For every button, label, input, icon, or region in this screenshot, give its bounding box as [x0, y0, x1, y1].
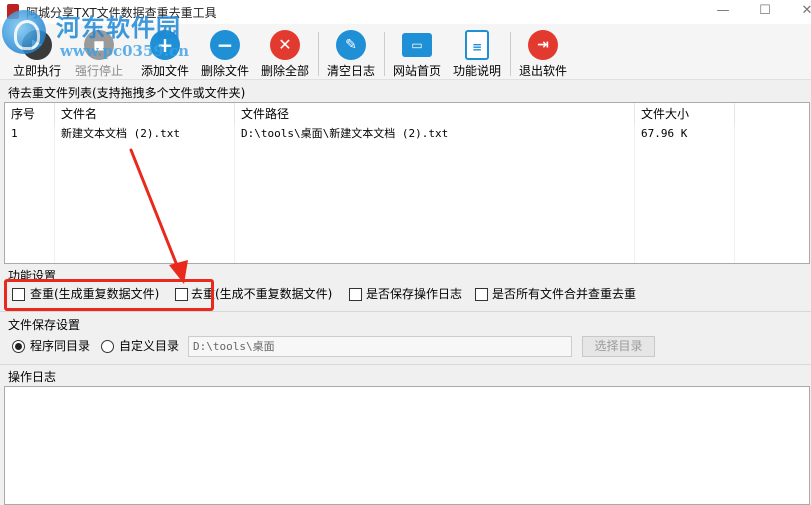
- window-title: 阿城分享TXT文件数据查重去重工具: [26, 6, 217, 20]
- same-dir-radio[interactable]: [12, 340, 25, 353]
- file-list-label: 待去重文件列表(支持拖拽多个文件或文件夹): [8, 86, 246, 100]
- monitor-icon: ▭: [402, 33, 432, 57]
- column-divider: [634, 125, 635, 263]
- log-label: 操作日志: [8, 370, 57, 384]
- toolbar-separator: [384, 32, 385, 76]
- homepage-label: 网站首页: [392, 64, 441, 78]
- stop-icon: ■: [84, 30, 114, 60]
- column-divider: [734, 125, 735, 263]
- clear-log-label: 清空日志: [326, 64, 375, 78]
- save-path-input[interactable]: D:\tools\桌面: [188, 336, 572, 357]
- run-button[interactable]: ▶ 立即执行: [6, 30, 68, 78]
- play-icon: ▶: [22, 30, 52, 60]
- table-row[interactable]: 1 新建文本文档 (2).txt D:\tools\桌面\新建文本文档 (2).…: [5, 125, 809, 143]
- delete-all-button[interactable]: ✕ 删除全部: [254, 30, 316, 78]
- exit-icon: ⇥: [528, 30, 558, 60]
- save-log-checkbox[interactable]: [349, 288, 362, 301]
- exit-button[interactable]: ⇥ 退出软件: [512, 30, 574, 78]
- column-header-index[interactable]: 序号: [5, 103, 55, 125]
- custom-dir-label[interactable]: 自定义目录: [119, 338, 179, 355]
- title-bar: 阿城分享TXT文件数据查重去重工具 — ☐ ✕: [0, 0, 811, 24]
- minimize-button[interactable]: —: [700, 0, 746, 24]
- delete-all-label: 删除全部: [260, 64, 309, 78]
- divider: [0, 311, 811, 312]
- broom-icon: ✎: [336, 30, 366, 60]
- same-dir-label[interactable]: 程序同目录: [30, 338, 90, 355]
- x-icon: ✕: [270, 30, 300, 60]
- delete-file-button[interactable]: − 删除文件: [194, 30, 256, 78]
- toolbar: ▶ 立即执行 ■ 强行停止 + 添加文件 − 删除文件 ✕ 删除全部 ✎ 清空日…: [0, 24, 811, 80]
- help-label: 功能说明: [452, 64, 501, 78]
- save-log-label[interactable]: 是否保存操作日志: [366, 286, 462, 303]
- cell-name: 新建文本文档 (2).txt: [61, 127, 180, 140]
- save-settings-label: 文件保存设置: [8, 318, 81, 332]
- help-button[interactable]: ≡ 功能说明: [446, 30, 508, 78]
- merge-files-checkbox[interactable]: [475, 288, 488, 301]
- document-icon: ≡: [465, 30, 489, 60]
- clear-log-button[interactable]: ✎ 清空日志: [320, 30, 382, 78]
- app-icon: [7, 4, 19, 19]
- stop-button[interactable]: ■ 强行停止: [68, 30, 130, 78]
- divider: [0, 364, 811, 365]
- run-button-label: 立即执行: [12, 64, 61, 78]
- plus-icon: +: [150, 30, 180, 60]
- stop-button-label: 强行停止: [74, 64, 123, 78]
- column-header-name[interactable]: 文件名: [55, 103, 235, 125]
- toolbar-separator: [318, 32, 319, 76]
- column-header-path[interactable]: 文件路径: [235, 103, 635, 125]
- column-header-size[interactable]: 文件大小: [635, 103, 735, 125]
- delete-file-label: 删除文件: [200, 64, 249, 78]
- file-list-header: 序号 文件名 文件路径 文件大小: [5, 103, 809, 125]
- homepage-button[interactable]: ▭ 网站首页: [386, 30, 448, 78]
- annotation-highlight-box: [4, 279, 214, 311]
- cell-index: 1: [11, 127, 18, 140]
- select-directory-button[interactable]: 选择目录: [582, 336, 655, 357]
- cell-path: D:\tools\桌面\新建文本文档 (2).txt: [241, 127, 449, 140]
- add-file-button[interactable]: + 添加文件: [134, 30, 196, 78]
- file-list[interactable]: 序号 文件名 文件路径 文件大小 1 新建文本文档 (2).txt D:\too…: [4, 102, 810, 264]
- column-divider: [54, 125, 55, 263]
- toolbar-separator: [510, 32, 511, 76]
- minus-icon: −: [210, 30, 240, 60]
- column-divider: [234, 125, 235, 263]
- log-textarea[interactable]: [4, 386, 810, 505]
- custom-dir-radio[interactable]: [101, 340, 114, 353]
- cell-size: 67.96 K: [641, 127, 688, 140]
- merge-files-label[interactable]: 是否所有文件合并查重去重: [492, 286, 636, 303]
- add-file-label: 添加文件: [140, 64, 189, 78]
- exit-label: 退出软件: [518, 64, 567, 78]
- close-button[interactable]: ✕: [784, 0, 811, 24]
- maximize-button[interactable]: ☐: [742, 0, 788, 24]
